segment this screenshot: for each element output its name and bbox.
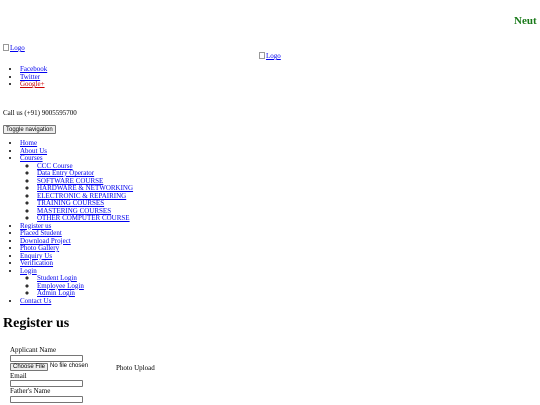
- submenu-item: Admin Login: [37, 289, 133, 298]
- photo-upload-row: Choose File No file chosen Photo Upload: [10, 362, 210, 373]
- nav-link-contact[interactable]: Contact Us: [20, 297, 51, 305]
- file-status-text: No file chosen: [50, 363, 89, 370]
- email-label: Email: [10, 371, 27, 380]
- register-form: Applicant Name Choose File No file chosen…: [10, 346, 210, 404]
- broken-image-icon: [3, 44, 9, 51]
- page-title: Register us: [3, 316, 70, 331]
- marquee-text: Neut: [514, 15, 537, 27]
- father-name-label: Father's Name: [10, 387, 51, 395]
- applicant-name-input[interactable]: [10, 354, 83, 362]
- login-submenu: Student Login Employee Login Admin Login: [20, 274, 133, 298]
- father-name-input[interactable]: [10, 395, 83, 403]
- submenu-item: OTHER COMPUTER COURSE: [37, 214, 133, 223]
- toggle-navigation-button[interactable]: Toggle navigation: [3, 125, 56, 134]
- email-input[interactable]: [10, 380, 83, 387]
- logo-alt-text: Logo: [10, 44, 25, 52]
- logo-alt-text: Logo: [266, 52, 281, 60]
- nav-item-login: Login Student Login Employee Login Admin…: [20, 267, 133, 298]
- call-us-text: Call us (+91) 9005595700: [3, 109, 77, 117]
- social-links: Facebook Twitter Google+: [12, 65, 47, 89]
- logo-link-center[interactable]: Logo: [259, 52, 281, 61]
- broken-image-icon: [259, 52, 265, 59]
- social-item-googleplus: Google+: [20, 80, 47, 89]
- nav-item-contact: Contact Us: [20, 297, 133, 306]
- main-nav: Home About Us Courses CCC Course Data En…: [12, 139, 133, 306]
- logo-link-left[interactable]: Logo: [3, 44, 25, 53]
- photo-upload-label: Photo Upload: [116, 363, 155, 372]
- applicant-name-label: Applicant Name: [10, 346, 57, 354]
- choose-file-button[interactable]: Choose File: [10, 362, 49, 371]
- courses-submenu: CCC Course Data Entry Operator SOFTWARE …: [20, 162, 133, 223]
- googleplus-link[interactable]: Google+: [20, 80, 45, 88]
- nav-item-courses: Courses CCC Course Data Entry Operator S…: [20, 154, 133, 223]
